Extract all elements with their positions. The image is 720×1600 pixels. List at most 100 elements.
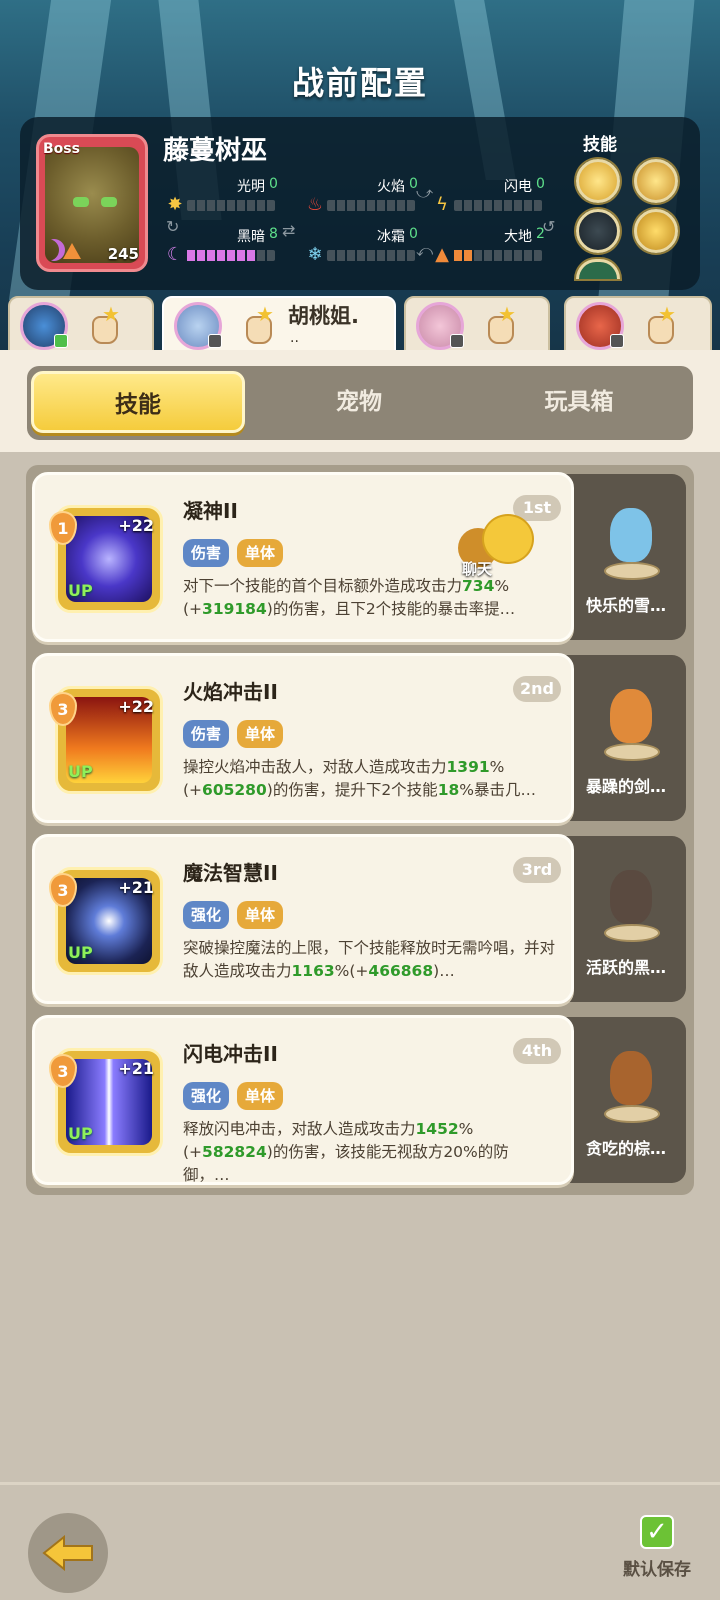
character-status-icon [450,334,464,348]
cycle-arrow-icon: ⇄ [282,221,296,240]
highlight-value: 319184 [202,600,267,618]
skill-up-label: UP [68,1124,93,1143]
checkbox-check-icon[interactable]: ✓ [640,1515,674,1549]
element-name: 大地 [504,229,532,245]
boss-skill-icon[interactable] [634,159,678,203]
pet-figure [596,852,662,942]
element-bar [454,250,542,261]
boss-name: 藤蔓树巫 [163,136,268,166]
character-tab[interactable]: ★ [404,296,550,354]
boss-skill-icon[interactable] [576,159,620,203]
skill-tag: 单体 [237,901,284,929]
chat-button[interactable]: 聊天 [458,514,538,584]
skill-description: 释放闪电冲击，对敌人造成攻击力1452%(+582824)的伤害，该技能无视敌方… [183,1118,555,1187]
description-text: )的伤害，提升下2个技能 [266,781,438,799]
character-tab-active[interactable]: ★ 胡桃姐. .. [162,296,396,354]
highlight-value: 18 [437,781,460,799]
highlight-value: 605280 [202,781,267,799]
description-text: 对下一个技能的首个目标额外造成攻击力 [183,577,463,595]
highlight-value: 1452 [415,1120,459,1138]
highlight-value: 1391 [446,758,490,776]
element-bar [327,200,415,211]
skill-card[interactable]: +21 UP 3 闪电冲击II 4th 强化 单体 释放闪电冲击，对敌人造成攻击… [32,1015,574,1185]
skill-card[interactable]: +21 UP 3 魔法智慧II 3rd 强化 单体 突破操控魔法的上限，下个技能… [32,834,574,1004]
skill-tag: 强化 [183,901,230,929]
back-button[interactable] [28,1513,108,1593]
skill-up-label: UP [68,581,93,600]
earth-element-icon [63,243,81,259]
moon-icon: ☾ [166,244,184,265]
pointer-hand-icon: ★ [88,302,124,346]
character-name: 胡桃姐. [288,304,359,328]
pet-slot[interactable]: 暴躁的剑… [566,655,686,821]
boss-tag: Boss [43,141,80,157]
skill-tag: 单体 [237,720,284,748]
pet-figure [596,1033,662,1123]
skill-tag: 强化 [183,1082,230,1110]
tab-toybox[interactable]: 玩具箱 [472,371,686,433]
skill-up-label: UP [68,943,93,962]
cycle-arrow-icon: ↻ [166,217,180,236]
category-tabbar: 技能 宠物 玩具箱 [27,366,693,440]
character-name-more: .. [290,330,299,346]
boss-skill-icon[interactable] [576,209,620,253]
highlight-value: 582824 [202,1143,267,1161]
character-tab[interactable]: ★ [564,296,712,354]
element-bar [187,200,275,211]
pet-slot[interactable]: 快乐的雪… [566,474,686,640]
sun-icon: ✸ [167,194,183,215]
chat-label: 聊天 [462,560,493,578]
skill-description: 操控火焰冲击敌人，对敌人造成攻击力1391%(+605280)的伤害，提升下2个… [183,756,555,802]
skill-description: 突破操控魔法的上限，下个技能释放时无需吟唱，并对敌人造成攻击力1163%(+46… [183,937,555,983]
pointer-hand-icon: ★ [242,302,278,346]
description-text: )… [433,962,455,980]
cycle-arrow-icon: ⤺ [416,241,434,260]
cycle-arrow-icon: ⤻ [416,183,434,202]
boss-level: 245 [107,245,139,263]
skill-card[interactable]: +22 UP 3 火焰冲击II 2nd 伤害 单体 操控火焰冲击敌人，对敌人造成… [32,653,574,823]
pointer-hand-icon: ★ [644,302,680,346]
boss-skill-icon[interactable] [576,259,620,279]
highlight-value: 1163 [291,962,335,980]
dark-element-icon [43,239,65,261]
snowflake-icon: ❄ [307,244,323,265]
pet-name: 快乐的雪… [585,596,666,615]
chat-face-icon [482,514,534,564]
skill-plus: +21 [118,1059,154,1078]
element-value: 0 [409,226,418,242]
default-save-toggle[interactable]: ✓ 默认保存 [612,1515,702,1585]
skill-plus: +22 [118,697,154,716]
skill-rank: 3rd [513,857,561,883]
page-title: 战前配置 [291,64,428,102]
boss-skill-icon[interactable] [634,209,678,253]
tab-skills[interactable]: 技能 [31,371,245,433]
description-text: 操控火焰冲击敌人，对敌人造成攻击力 [183,758,447,776]
element-light: ✸ 光明 0 [165,176,295,216]
character-tab[interactable]: ★ [8,296,154,354]
tab-pets[interactable]: 宠物 [252,371,466,433]
element-bar [187,250,275,261]
skill-rank: 2nd [513,676,561,702]
skill-title: 闪电冲击II [183,1042,278,1066]
boss-portrait[interactable]: Boss 245 [36,134,148,272]
description-text: 释放闪电冲击，对敌人造成攻击力 [183,1120,416,1138]
pet-name: 贪吃的棕… [585,1139,666,1158]
pet-slot[interactable]: 贪吃的棕… [566,1017,686,1183]
skill-up-label: UP [68,762,93,781]
description-text: %(+ [334,962,369,980]
bottom-bar: ✓ 默认保存 [0,1482,720,1600]
skill-rank: 4th [513,1038,561,1064]
skill-plus: +21 [118,878,154,897]
skill-title: 火焰冲击II [183,680,278,704]
default-save-label: 默认保存 [623,1560,691,1580]
pet-slot[interactable]: 活跃的黑… [566,836,686,1002]
character-status-icon [610,334,624,348]
pointer-hand-icon: ★ [484,302,520,346]
character-status-icon [54,334,68,348]
pet-figure [596,490,662,580]
character-status-icon [208,334,222,348]
element-name: 火焰 [377,179,405,195]
highlight-value: 466868 [368,962,434,980]
boss-skills-label: 技能 [583,135,617,155]
skill-title: 凝神II [183,499,238,523]
